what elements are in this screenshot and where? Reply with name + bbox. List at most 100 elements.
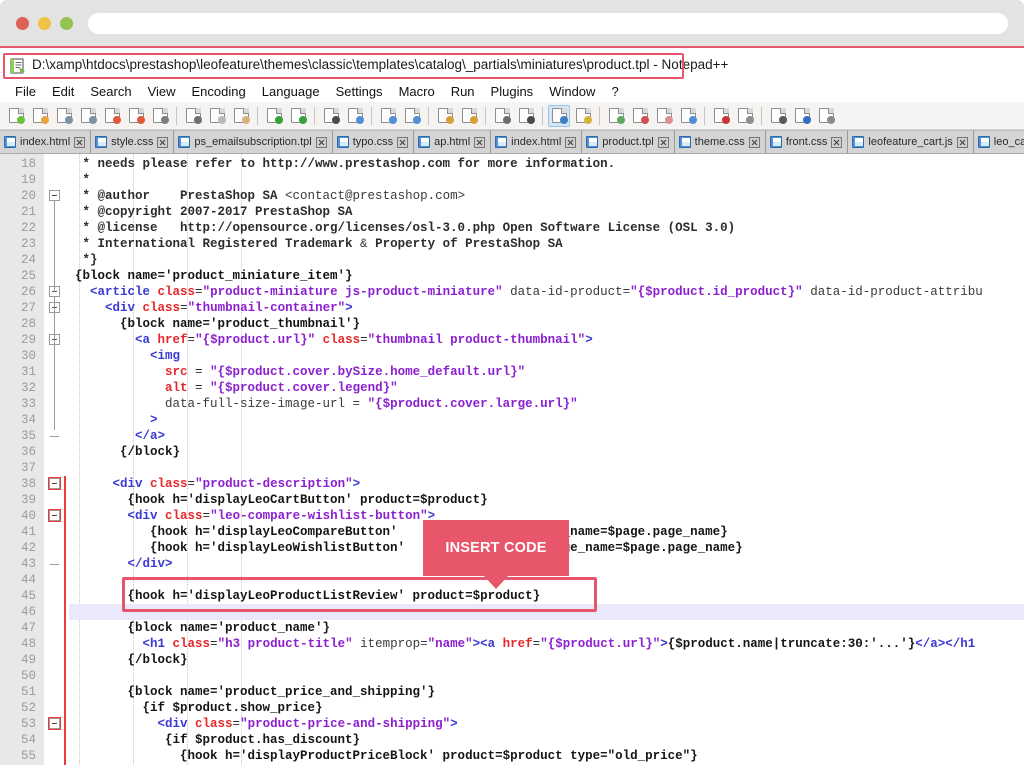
code-line: * International Registered Trademark & P… (75, 236, 1024, 252)
document-tab[interactable]: style.css (91, 130, 175, 153)
print-icon[interactable] (149, 105, 171, 127)
cut-icon[interactable] (182, 105, 204, 127)
code-token: > (352, 477, 361, 491)
tab-close-icon[interactable] (74, 136, 86, 148)
line-number: 36 (20, 445, 36, 459)
run-dialog-icon[interactable] (815, 105, 837, 127)
tab-close-icon[interactable] (956, 136, 968, 148)
close-all-icon-glyph (128, 108, 145, 124)
line-number: 48 (20, 637, 36, 651)
monitoring-icon[interactable] (677, 105, 699, 127)
document-tab[interactable]: index.html (491, 130, 583, 153)
document-tab-bar: index.html style.css ps_emailsubscription.… (0, 130, 1024, 154)
open-file-icon-glyph (32, 108, 49, 124)
code-token: = (187, 381, 211, 395)
sync-vertical-icon-badge (445, 116, 454, 124)
code-editor[interactable]: * needs please refer to http://www.prest… (0, 154, 1024, 765)
zoom-in-icon[interactable] (377, 105, 399, 127)
menu-item-file[interactable]: File (7, 82, 44, 102)
menu-item-run[interactable]: Run (443, 82, 483, 102)
code-text-area[interactable]: * needs please refer to http://www.prest… (69, 154, 1024, 765)
indent-guide-icon[interactable] (548, 104, 570, 127)
record-macro-icon-glyph (713, 108, 730, 124)
user-defined-dialog-icon[interactable] (572, 105, 594, 127)
tab-close-icon[interactable] (748, 136, 760, 148)
document-map-icon[interactable] (605, 105, 627, 127)
copy-icon[interactable] (206, 105, 228, 127)
tab-close-icon[interactable] (157, 136, 169, 148)
menu-item-language[interactable]: Language (254, 82, 328, 102)
menu-item-[interactable]: ? (603, 82, 626, 102)
paste-icon-badge (241, 116, 250, 124)
word-wrap-icon-badge (502, 116, 511, 124)
undo-icon[interactable] (263, 105, 285, 127)
toolbar-separator (761, 106, 762, 125)
menu-item-view[interactable]: View (140, 82, 184, 102)
save-icon[interactable] (53, 105, 75, 127)
function-list-icon[interactable] (629, 105, 651, 127)
tab-close-icon[interactable] (315, 136, 327, 148)
fold-toggle-inner[interactable] (49, 478, 60, 489)
monitoring-icon-badge (688, 116, 697, 124)
close-file-icon[interactable] (101, 105, 123, 127)
fold-margin[interactable] (44, 154, 66, 765)
menu-item-search[interactable]: Search (82, 82, 139, 102)
menu-item-plugins[interactable]: Plugins (483, 82, 542, 102)
document-tab[interactable]: typo.css (332, 130, 415, 153)
document-tab[interactable]: ps_emailsubscription.tpl (174, 130, 333, 153)
code-line: </a> (75, 428, 1024, 444)
menu-item-macro[interactable]: Macro (391, 82, 443, 102)
menu-item-settings[interactable]: Settings (328, 82, 391, 102)
maximize-window-icon[interactable] (60, 17, 73, 30)
sync-horizontal-icon[interactable] (458, 105, 480, 127)
folder-workspace-icon[interactable] (653, 105, 675, 127)
menu-item-window[interactable]: Window (541, 82, 603, 102)
tab-close-icon[interactable] (831, 136, 843, 148)
menu-item-edit[interactable]: Edit (44, 82, 82, 102)
code-token: {block name='product_name'} (75, 621, 331, 635)
document-tab[interactable]: ap.html (414, 130, 492, 153)
tab-close-icon[interactable] (657, 136, 669, 148)
code-token: <a (135, 333, 158, 347)
fold-toggle-inner[interactable] (49, 718, 60, 729)
document-tab[interactable]: leo_cart_butto (973, 130, 1024, 153)
play-macro-icon[interactable] (767, 105, 789, 127)
new-file-icon[interactable] (5, 105, 27, 127)
show-all-chars-icon[interactable] (515, 105, 537, 127)
run-macro-multiple-icon[interactable] (791, 105, 813, 127)
code-line: <div class="product-price-and-shipping"> (75, 716, 1024, 732)
tab-close-icon[interactable] (565, 136, 577, 148)
menu-item-encoding[interactable]: Encoding (184, 82, 254, 102)
code-token: = (360, 333, 368, 347)
document-tab[interactable]: front.css (765, 130, 849, 153)
play-macro-icon-glyph (770, 108, 787, 124)
stop-macro-icon[interactable] (734, 105, 756, 127)
document-tab[interactable]: product.tpl (582, 130, 675, 153)
document-tab[interactable]: leofeature_cart.js (848, 130, 974, 153)
find-icon[interactable] (320, 105, 342, 127)
redo-icon[interactable] (287, 105, 309, 127)
tab-close-icon[interactable] (397, 136, 409, 148)
replace-icon[interactable] (344, 105, 366, 127)
document-tab[interactable]: index.html (0, 130, 92, 153)
paste-icon[interactable] (230, 105, 252, 127)
word-wrap-icon[interactable] (491, 105, 513, 127)
record-macro-icon[interactable] (710, 105, 732, 127)
sync-vertical-icon[interactable] (434, 105, 456, 127)
close-all-icon[interactable] (125, 105, 147, 127)
document-tab[interactable]: theme.css (674, 130, 766, 153)
close-window-icon[interactable] (16, 17, 29, 30)
fold-toggle-inner[interactable] (49, 510, 60, 521)
tab-close-icon[interactable] (474, 136, 486, 148)
address-bar-input[interactable] (88, 13, 1008, 34)
save-all-icon[interactable] (77, 105, 99, 127)
minimize-window-icon[interactable] (38, 17, 51, 30)
code-token: <div (157, 717, 196, 731)
zoom-out-icon[interactable] (401, 105, 423, 127)
code-token: > (345, 301, 353, 315)
window-title: D:\xamp\htdocs\prestashop\leofeature\the… (32, 57, 729, 72)
code-token: "product-price-and-shipping" (240, 717, 451, 731)
open-file-icon[interactable] (29, 105, 51, 127)
code-line: *} (75, 252, 1024, 268)
